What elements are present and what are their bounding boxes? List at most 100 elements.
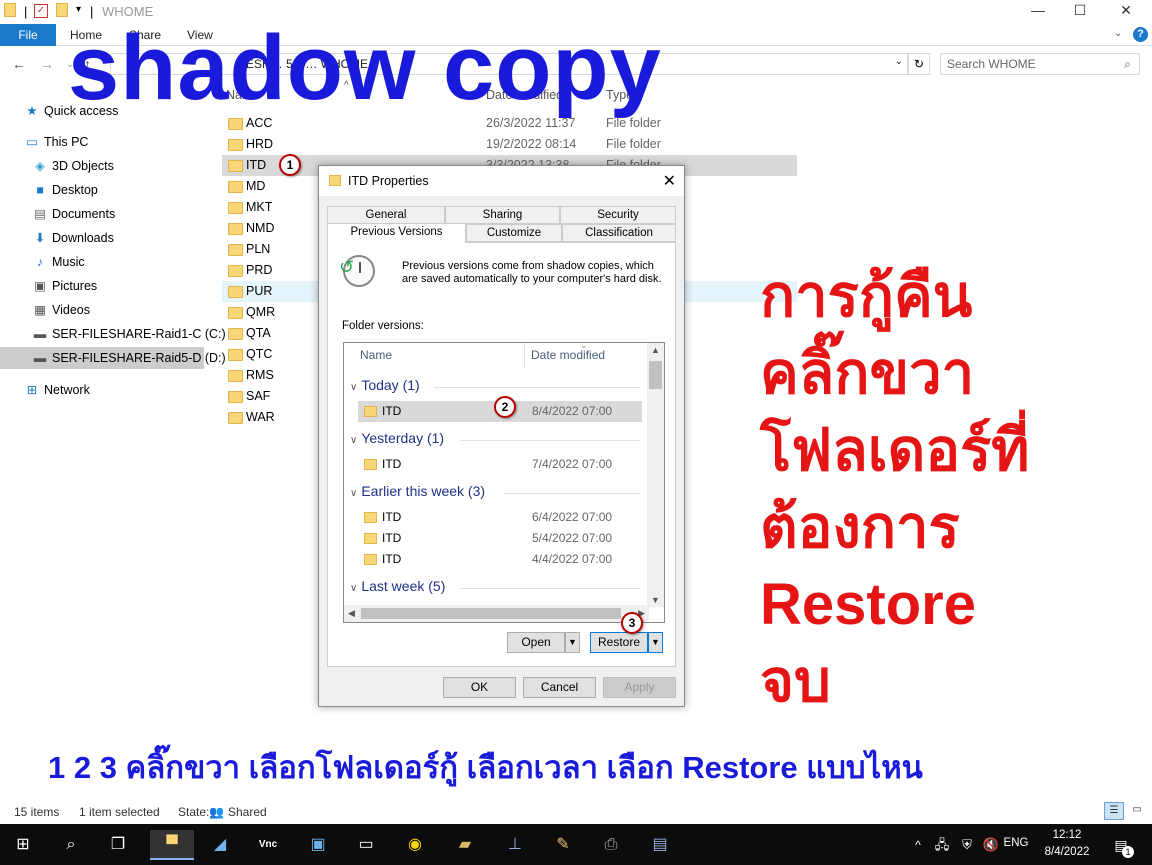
group-header-today[interactable]: ∨ Today (1) — [350, 377, 420, 393]
version-row[interactable]: ITD 5/4/2022 07:00 — [358, 528, 642, 549]
group-divider — [460, 440, 640, 441]
network-tree-icon[interactable]: ⊥ — [500, 830, 530, 860]
nav-this-pc[interactable]: ▭ This PC — [24, 131, 88, 153]
dialog-title: ITD Properties — [348, 174, 429, 188]
task-view-icon[interactable]: ❐ — [103, 830, 133, 860]
group-divider — [434, 387, 640, 388]
large-icons-view-icon[interactable]: ▭ — [1128, 802, 1146, 820]
forward-arrow-icon[interactable]: → — [40, 56, 54, 72]
version-row[interactable]: ITD 7/4/2022 07:00 — [358, 454, 642, 475]
nav-item-videos[interactable]: ▦ Videos — [32, 299, 90, 321]
nav-item-desktop[interactable]: ■ Desktop — [32, 179, 98, 201]
group-header-earlier-this-week[interactable]: ∨ Earlier this week (3) — [350, 483, 485, 499]
nav-item-pictures[interactable]: ▣ Pictures — [32, 275, 97, 297]
overlay-title: shadow copy — [68, 17, 662, 119]
apply-button[interactable]: Apply — [603, 677, 676, 698]
back-arrow-icon[interactable]: ← — [12, 56, 26, 72]
tab-customize[interactable]: Customize — [466, 224, 562, 242]
clock-date[interactable]: 8/4/2022 — [1036, 846, 1098, 858]
nav-item-documents[interactable]: ▤ Documents — [32, 203, 115, 225]
nav-network[interactable]: ⊞ Network — [24, 379, 90, 401]
version-name: ITD — [382, 404, 402, 418]
tab-sharing[interactable]: Sharing — [445, 206, 560, 224]
help-icon[interactable]: ? — [1133, 27, 1148, 42]
folder-icon — [228, 202, 243, 214]
videos-icon: ▦ — [34, 303, 46, 317]
file-name: RMS — [246, 368, 274, 382]
open-dropdown-icon[interactable]: ▼ — [565, 632, 580, 653]
horizontal-scroll-thumb[interactable] — [361, 608, 621, 619]
dialog-close-icon[interactable]: ✕ — [663, 171, 676, 191]
minimize-button[interactable]: — — [1018, 2, 1058, 22]
file-name: ITD — [246, 158, 267, 172]
notepad-icon[interactable]: ✎ — [548, 830, 578, 860]
status-selected: 1 item selected — [79, 805, 160, 819]
search-input[interactable]: Search WHOME ⌕ — [940, 53, 1140, 75]
customize-quick-access-icon[interactable]: ▾ — [76, 4, 81, 15]
refresh-icon[interactable]: ↻ — [908, 53, 930, 75]
nav-item-label: Desktop — [52, 183, 98, 197]
file-explorer-icon[interactable]: ▀ — [150, 830, 194, 860]
maximize-button[interactable]: ☐ — [1060, 2, 1100, 22]
nav-network-label: Network — [44, 383, 90, 397]
nav-item-music[interactable]: ♪ Music — [32, 251, 85, 273]
clock-time[interactable]: 12:12 — [1040, 829, 1094, 841]
command-prompt-icon[interactable]: ▭ — [351, 830, 381, 860]
printer-icon[interactable]: ⎙ — [596, 830, 626, 860]
tab-classification[interactable]: Classification — [562, 224, 676, 242]
search-icon[interactable]: ⌕ — [56, 830, 86, 860]
status-state-value: Shared — [228, 805, 267, 819]
version-date: 6/4/2022 07:00 — [532, 510, 613, 524]
nav-item-drive-c[interactable]: ▬ SER-FILESHARE-Raid1-C (C:) — [32, 323, 226, 345]
tab-general[interactable]: General — [327, 206, 445, 224]
scroll-up-icon[interactable]: ▲ — [651, 345, 660, 355]
nav-item-3d-objects[interactable]: ◈ 3D Objects — [32, 155, 114, 177]
vertical-scroll-thumb[interactable] — [649, 361, 662, 389]
tab-security[interactable]: Security — [560, 206, 676, 224]
app-car-icon[interactable]: ◉ — [400, 830, 430, 860]
new-folder-icon[interactable] — [56, 3, 68, 17]
shared-users-icon: 👥 — [209, 805, 224, 819]
scroll-down-icon[interactable]: ▼ — [651, 595, 660, 605]
nav-item-downloads[interactable]: ⬇ Downloads — [32, 227, 114, 249]
server-manager-icon[interactable]: ▣ — [303, 830, 333, 860]
horizontal-scrollbar[interactable]: ◀ ▶ — [344, 605, 649, 622]
ok-button[interactable]: OK — [443, 677, 516, 698]
file-tab[interactable]: File — [0, 24, 56, 46]
folder-icon — [364, 459, 377, 470]
folder-icon — [364, 512, 377, 523]
scroll-left-icon[interactable]: ◀ — [348, 608, 355, 619]
expand-ribbon-icon[interactable]: ⌄ — [1114, 28, 1122, 39]
vnc-icon[interactable]: Vnc — [253, 830, 283, 860]
open-button[interactable]: Open — [507, 632, 565, 653]
nav-item-drive-d[interactable]: ▬ SER-FILESHARE-Raid5-D (D:) — [0, 347, 226, 369]
version-row[interactable]: ITD 6/4/2022 07:00 — [358, 507, 642, 528]
properties-icon[interactable]: ✓ — [34, 4, 48, 18]
nav-this-pc-label: This PC — [44, 135, 89, 149]
restore-dropdown-icon[interactable]: ▼ — [648, 632, 663, 653]
restore-button[interactable]: Restore — [590, 632, 648, 653]
address-dropdown-icon[interactable]: ⌄ — [895, 56, 903, 67]
details-view-icon[interactable]: ☰ — [1104, 802, 1124, 820]
app-box-icon[interactable]: ▰ — [450, 830, 480, 860]
language-indicator[interactable]: ENG — [1000, 837, 1032, 849]
vertical-scrollbar[interactable]: ▲ ▼ — [647, 343, 664, 607]
close-button[interactable]: ✕ — [1106, 2, 1146, 22]
cancel-button[interactable]: Cancel — [523, 677, 596, 698]
nav-item-label: Downloads — [52, 231, 114, 245]
versions-header-date[interactable]: Date modified — [531, 343, 605, 369]
group-header-last-week[interactable]: ∨ Last week (5) — [350, 578, 445, 594]
versions-list[interactable]: Name Date modified ⌄ ∨ Today (1) ITD 8/4/2… — [343, 342, 665, 623]
app-pen-icon[interactable]: ◢ — [205, 830, 235, 860]
group-label: Yesterday (1) — [361, 430, 445, 446]
file-row[interactable]: HRD 19/2/2022 08:14 File folder — [222, 134, 797, 155]
start-windows-icon[interactable]: ⊞ — [8, 830, 38, 860]
group-header-yesterday[interactable]: ∨ Yesterday (1) — [350, 430, 444, 446]
overlay-line: ต้องการ — [760, 495, 960, 560]
version-row[interactable]: ITD 4/4/2022 07:00 — [358, 549, 642, 570]
chevron-down-icon: ∨ — [350, 488, 358, 499]
status-bar: 15 items 1 item selected State: 👥 Shared… — [0, 800, 1152, 824]
remote-desktop-icon[interactable]: ▤ — [645, 830, 675, 860]
versions-header-name[interactable]: Name — [360, 343, 392, 369]
tab-previous-versions[interactable]: Previous Versions — [327, 223, 466, 243]
